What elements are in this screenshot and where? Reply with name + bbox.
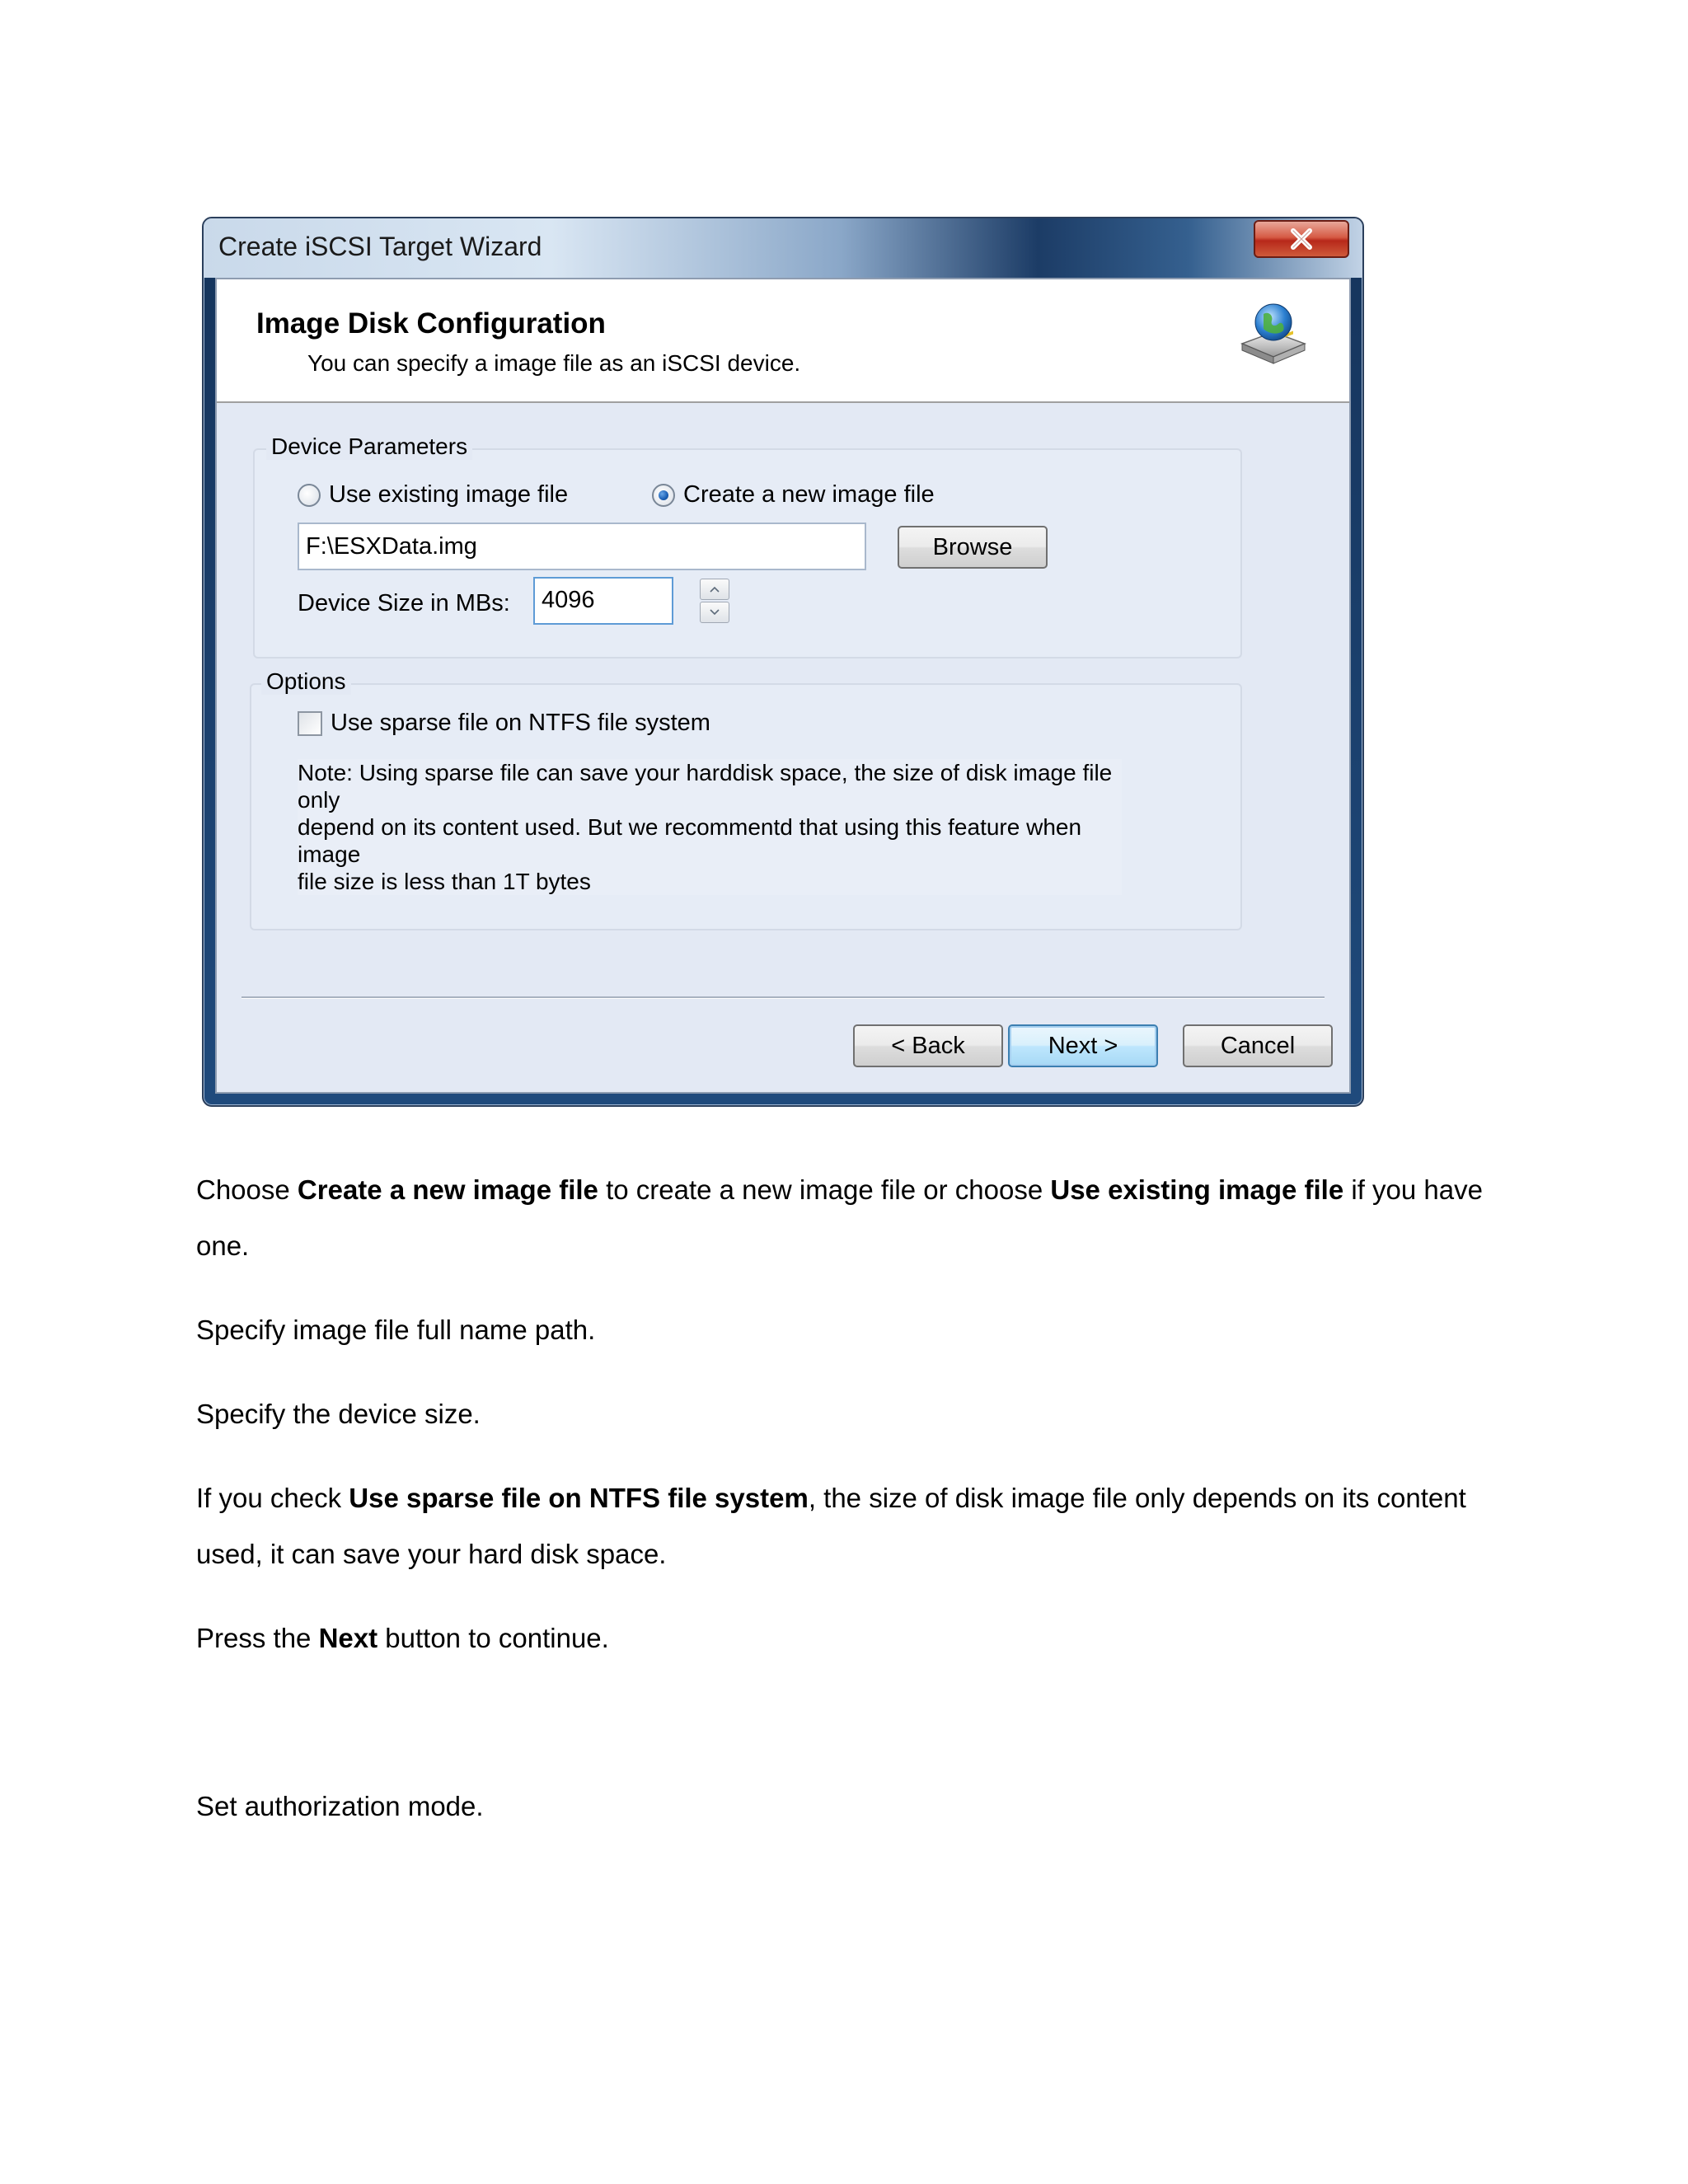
close-button[interactable] (1254, 220, 1349, 258)
disk-globe-icon (1240, 303, 1307, 364)
window-title: Create iSCSI Target Wizard (218, 232, 542, 261)
browse-button[interactable]: Browse (898, 526, 1048, 569)
sparse-note-line-2: depend on its content used. But we recom… (298, 814, 1082, 867)
doc-paragraph-3: Specify the device size. (196, 1399, 481, 1429)
sparse-file-checkbox-control[interactable] (298, 710, 322, 736)
radio-use-existing[interactable]: Use existing image file (298, 481, 568, 509)
sparse-note: Note: Using sparse file can save your ha… (298, 759, 1122, 895)
device-size-input[interactable]: 4096 (533, 577, 673, 625)
wizard-header: Image Disk Configuration You can specify… (217, 279, 1349, 403)
doc-paragraph-1: Choose Create a new image file to create… (196, 1174, 1483, 1261)
spin-down-button[interactable] (700, 602, 729, 623)
sparse-note-line-3: file size is less than 1T bytes (298, 869, 591, 894)
cancel-button[interactable]: Cancel (1183, 1024, 1333, 1067)
doc-paragraph-6: Set authorization mode. (196, 1791, 484, 1821)
radio-create-new-control[interactable] (652, 483, 675, 507)
spin-up-button[interactable] (700, 579, 729, 600)
doc-paragraph-2: Specify image file full name path. (196, 1315, 596, 1345)
radio-use-existing-control[interactable] (298, 483, 321, 507)
footer-separator (241, 996, 1325, 999)
next-button[interactable]: Next > (1008, 1024, 1158, 1067)
device-size-label: Device Size in MBs: (298, 590, 510, 616)
doc-term-sparse: Use sparse file on NTFS file system (349, 1483, 809, 1513)
options-legend: Options (261, 668, 351, 695)
device-parameters-legend: Device Parameters (266, 434, 473, 460)
sparse-file-checkbox-label: Use sparse file on NTFS file system (331, 710, 710, 736)
radio-create-new-label: Create a new image file (683, 481, 935, 508)
sparse-note-line-1: Note: Using sparse file can save your ha… (298, 760, 1113, 813)
chevron-down-icon (710, 609, 720, 616)
sparse-file-checkbox[interactable]: Use sparse file on NTFS file system (298, 710, 710, 737)
image-path-input[interactable]: F:\ESXData.img (298, 523, 866, 570)
close-icon (1291, 228, 1312, 250)
page-title: Image Disk Configuration (256, 307, 606, 340)
device-parameters-group: Device Parameters Use existing image fil… (253, 434, 1242, 658)
wizard-window: Create iSCSI Target Wizard Image Disk Co… (202, 217, 1364, 1107)
back-button[interactable]: < Back (853, 1024, 1003, 1067)
doc-paragraph-5: Press the Next button to continue. (196, 1623, 609, 1653)
device-size-spinner[interactable] (700, 579, 729, 623)
doc-term-create-new: Create a new image file (297, 1174, 598, 1205)
options-group: Options Use sparse file on NTFS file sys… (250, 668, 1242, 930)
doc-term-next: Next (318, 1623, 378, 1653)
title-bar[interactable]: Create iSCSI Target Wizard (204, 218, 1362, 278)
doc-term-use-existing: Use existing image file (1050, 1174, 1344, 1205)
radio-use-existing-label: Use existing image file (329, 481, 569, 508)
chevron-up-icon (710, 586, 720, 593)
dialog-client-area: Image Disk Configuration You can specify… (215, 278, 1351, 1094)
doc-paragraph-4: If you check Use sparse file on NTFS fil… (196, 1483, 1466, 1569)
page-subtitle: You can specify a image file as an iSCSI… (307, 350, 801, 376)
radio-create-new[interactable]: Create a new image file (652, 481, 935, 509)
